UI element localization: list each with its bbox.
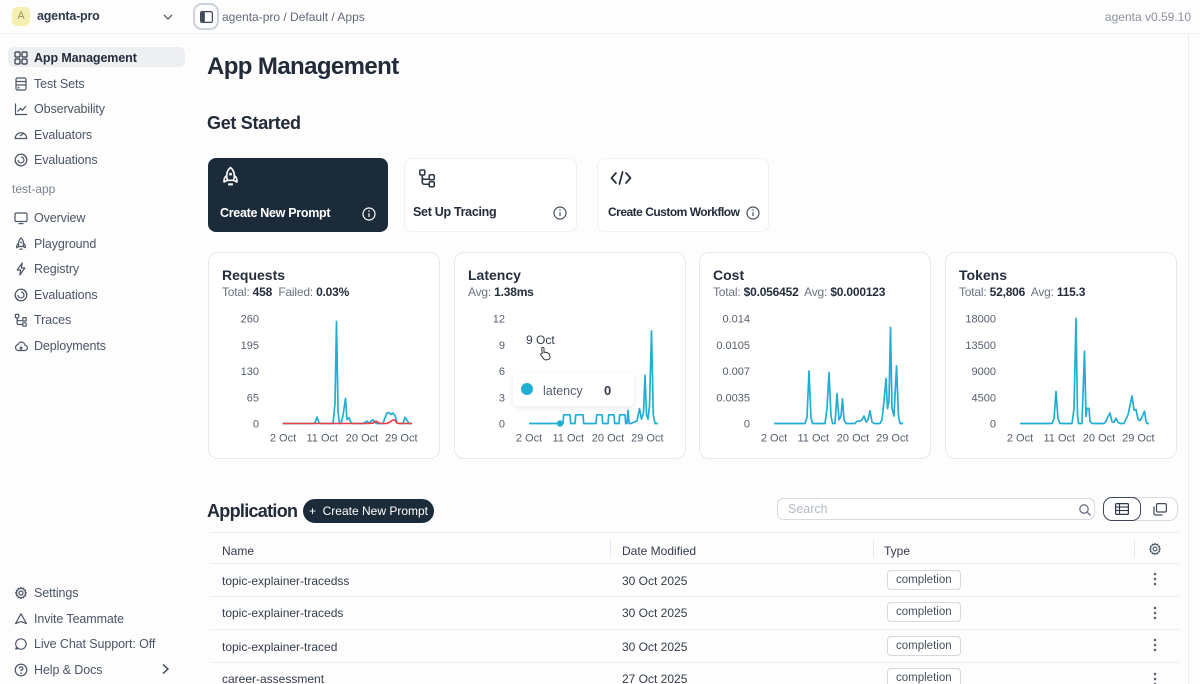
- svg-text:6: 6: [499, 366, 505, 378]
- svg-text:29 Oct: 29 Oct: [876, 433, 908, 445]
- svg-text:20 Oct: 20 Oct: [837, 433, 869, 445]
- svg-text:2 Oct: 2 Oct: [270, 433, 296, 445]
- svg-text:0.0105: 0.0105: [716, 340, 750, 352]
- svg-text:20 Oct: 20 Oct: [346, 433, 378, 445]
- svg-text:0: 0: [253, 419, 259, 431]
- svg-text:0: 0: [499, 419, 505, 431]
- svg-text:11 Oct: 11 Oct: [798, 433, 830, 445]
- svg-text:0.014: 0.014: [722, 314, 750, 326]
- svg-text:29 Oct: 29 Oct: [385, 433, 417, 445]
- svg-text:4500: 4500: [972, 392, 996, 404]
- svg-text:11 Oct: 11 Oct: [553, 433, 585, 445]
- svg-text:195: 195: [241, 340, 259, 352]
- svg-text:12: 12: [493, 314, 505, 326]
- svg-text:3: 3: [499, 392, 505, 404]
- svg-text:9: 9: [499, 340, 505, 352]
- svg-text:20 Oct: 20 Oct: [1083, 433, 1115, 445]
- svg-text:260: 260: [241, 314, 259, 326]
- svg-text:9000: 9000: [972, 366, 996, 378]
- svg-text:29 Oct: 29 Oct: [1122, 433, 1154, 445]
- svg-text:11 Oct: 11 Oct: [307, 433, 339, 445]
- svg-text:0: 0: [990, 419, 996, 431]
- svg-text:20 Oct: 20 Oct: [592, 433, 624, 445]
- svg-text:0.0035: 0.0035: [716, 392, 750, 404]
- svg-text:11 Oct: 11 Oct: [1044, 433, 1076, 445]
- svg-text:13500: 13500: [965, 340, 996, 352]
- svg-text:0.007: 0.007: [722, 366, 750, 378]
- svg-text:130: 130: [241, 366, 259, 378]
- svg-text:18000: 18000: [965, 314, 996, 326]
- svg-text:2 Oct: 2 Oct: [1007, 433, 1033, 445]
- svg-text:65: 65: [247, 392, 259, 404]
- svg-text:2 Oct: 2 Oct: [761, 433, 787, 445]
- svg-text:29 Oct: 29 Oct: [631, 433, 663, 445]
- svg-text:0: 0: [744, 419, 750, 431]
- svg-text:2 Oct: 2 Oct: [516, 433, 542, 445]
